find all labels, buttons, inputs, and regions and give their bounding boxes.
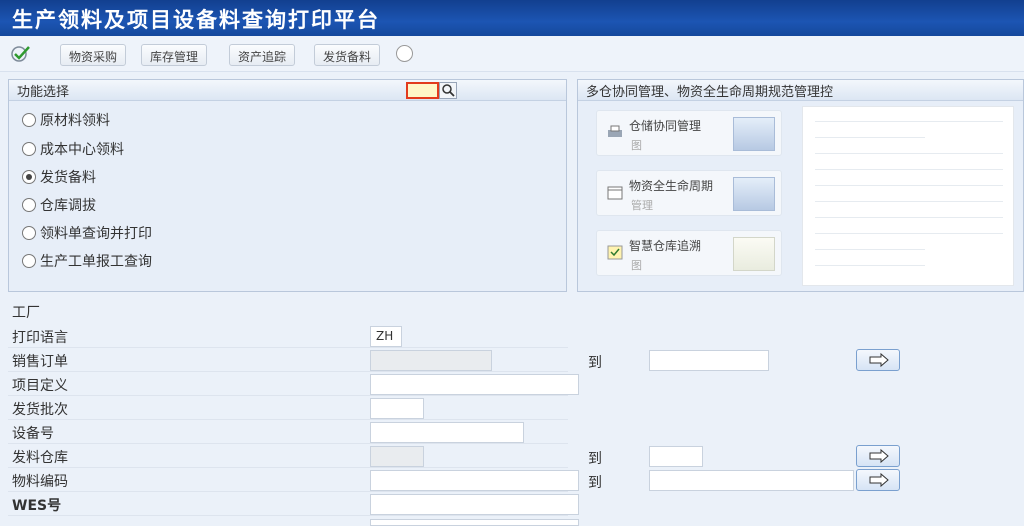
form-row-batch: 发货批次 [8, 396, 568, 420]
sales-order-to-label: 到 [588, 355, 602, 371]
form-row-print-language: 打印语言 [8, 324, 568, 348]
search-input[interactable] [406, 82, 439, 99]
toolbar-button-inventory[interactable]: 库存管理 [141, 44, 208, 66]
radio-selected-icon[interactable] [22, 170, 36, 184]
warehouse-from-input[interactable] [370, 446, 424, 467]
checklist-icon [607, 245, 623, 260]
radio-icon[interactable] [22, 113, 36, 127]
equipment-number-input[interactable] [370, 422, 524, 443]
toolbar-circle-button[interactable] [396, 45, 413, 62]
option-requisition-print[interactable]: 领料单查询并打印 [22, 222, 152, 244]
calendar-icon [607, 186, 623, 200]
sales-order-to-input[interactable] [649, 350, 769, 371]
radio-icon[interactable] [22, 226, 36, 240]
wes-number-input[interactable] [370, 494, 579, 515]
toolbar-button-asset-tracking[interactable]: 资产追踪 [229, 44, 296, 66]
shipping-batch-input[interactable] [370, 398, 424, 419]
toolbar: 物资采购 库存管理 资产追踪 发货备料 [0, 36, 1024, 72]
material-to-label: 到 [588, 475, 602, 491]
execute-icon[interactable] [10, 44, 32, 64]
screen-image [733, 237, 775, 271]
card-lifecycle[interactable]: 物资全生命周期 管理 [596, 170, 782, 216]
sales-order-range-button[interactable] [856, 349, 900, 371]
radio-icon[interactable] [22, 254, 36, 268]
toolbar-button-procurement[interactable]: 物资采购 [60, 44, 127, 66]
radio-icon[interactable] [22, 198, 36, 212]
warehouse-to-input[interactable] [649, 446, 703, 467]
function-select-title: 功能选择 [9, 80, 566, 101]
next-row-input[interactable] [370, 519, 579, 526]
print-language-input[interactable]: ZH [370, 326, 402, 347]
card-warehouse-coordination[interactable]: 仓储协同管理 图 [596, 110, 782, 156]
arrow-right-icon [869, 352, 889, 368]
option-warehouse-transfer[interactable]: 仓库调拔 [22, 194, 96, 216]
arrow-right-icon [869, 472, 889, 488]
toolbar-button-shipping-prep[interactable]: 发货备料 [314, 44, 381, 66]
warehouse-range-button[interactable] [856, 445, 900, 467]
project-definition-input[interactable] [370, 374, 579, 395]
option-work-order-query[interactable]: 生产工单报工查询 [22, 250, 152, 272]
form-row-warehouse: 发料仓库 [8, 444, 568, 468]
option-cost-center[interactable]: 成本中心领料 [22, 138, 124, 160]
server-image [733, 177, 775, 211]
printer-icon [608, 125, 622, 137]
material-from-input[interactable] [370, 470, 579, 491]
option-shipping-prep[interactable]: 发货备料 [22, 166, 96, 188]
arrow-right-icon [869, 448, 889, 464]
document-preview [802, 106, 1014, 286]
app-title: 生产领料及项目设备料查询打印平台 [12, 7, 380, 32]
sales-order-from-input[interactable] [370, 350, 492, 371]
server-image [733, 117, 775, 151]
material-range-button[interactable] [856, 469, 900, 491]
plant-label: 工厂 [12, 305, 40, 321]
warehouse-to-label: 到 [588, 451, 602, 467]
option-raw-material[interactable]: 原材料领料 [22, 109, 110, 131]
material-to-input[interactable] [649, 470, 854, 491]
search-icon[interactable] [439, 82, 457, 99]
title-bar: 生产领料及项目设备料查询打印平台 [0, 0, 1024, 36]
info-panel-title: 多仓协同管理、物资全生命周期规范管理控 [578, 80, 1023, 101]
card-traceability[interactable]: 智慧仓库追溯 图 [596, 230, 782, 276]
radio-icon[interactable] [22, 142, 36, 156]
